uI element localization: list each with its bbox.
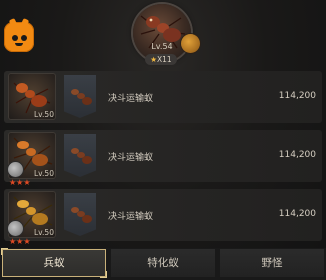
hero-star-value: X11: [157, 55, 172, 64]
hero-badge-icon: [181, 34, 200, 53]
row-stars: ★★★: [9, 237, 31, 246]
ant-troop-panel: Lv.54 ★X11 Lv.50 决斗运输蚁 114,200 Lv.50 决斗运…: [0, 0, 326, 280]
seal-icon: [8, 221, 23, 236]
row-level: Lv.50: [34, 228, 54, 237]
troop-type-card-icon: [64, 75, 96, 118]
row-power: 114,200: [278, 91, 316, 101]
row-power: 114,200: [278, 150, 316, 160]
tab-soldier-ant[interactable]: 兵蚁: [1, 248, 107, 278]
troop-type-card-icon: [64, 134, 96, 177]
app-logo-icon[interactable]: [4, 18, 34, 52]
tab-wild-monster[interactable]: 野怪: [220, 249, 324, 277]
star-icon: ★: [150, 55, 158, 64]
list-item[interactable]: Lv.50 决斗运输蚁 114,200: [4, 130, 322, 182]
tab-bar: 兵蚁 特化蚁 野怪: [0, 248, 326, 280]
row-power: 114,200: [278, 209, 316, 219]
row-stars: ★★★: [9, 178, 31, 187]
row-level: Lv.50: [34, 169, 54, 178]
seal-icon: [8, 162, 23, 177]
row-level: Lv.50: [34, 110, 54, 119]
list-item[interactable]: Lv.50 决斗运输蚁 114,200: [4, 189, 322, 241]
tab-special-ant[interactable]: 特化蚁: [111, 249, 215, 277]
hero-star-count: ★X11: [145, 54, 177, 65]
row-name: 决斗运输蚁: [108, 153, 154, 163]
list-item[interactable]: Lv.50 决斗运输蚁 114,200: [4, 71, 322, 123]
troop-type-card-icon: [64, 193, 96, 236]
row-name: 决斗运输蚁: [108, 212, 154, 222]
row-name: 决斗运输蚁: [108, 94, 154, 104]
